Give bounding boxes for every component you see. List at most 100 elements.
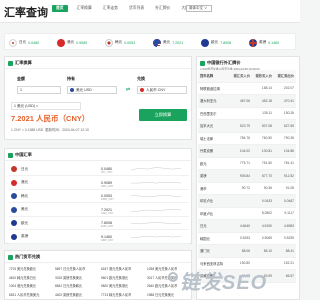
nav-currency-list[interactable]: 货币列表 [127, 5, 146, 12]
currency-name: 欧元 [200, 161, 207, 166]
table-row[interactable]: 印度卢比 8.0802 9.1117 [198, 208, 296, 220]
watermark-logo-icon [168, 272, 178, 282]
rate-cell: 91.08 [285, 186, 294, 191]
currency-name: 丹麦克朗 [200, 149, 214, 154]
china-flag-icon [140, 88, 144, 92]
table-row[interactable]: 阿联酋迪拉姆 188.14 202.07 [198, 83, 296, 95]
rate-pair: HKD_CNY [101, 184, 114, 188]
table-row[interactable]: 印尼卢比 0.0433 0.0467 [198, 195, 296, 208]
sparkline [131, 167, 181, 171]
rate-row[interactable]: 港元 0.9089 HKD_CNY [9, 177, 189, 190]
ticker-item[interactable]: 欧元 7.8008 [201, 37, 231, 48]
nav-trend[interactable]: 汇率走势 [101, 5, 120, 12]
to-currency-select[interactable]: 人民币 CNY [137, 86, 187, 94]
currency-name: 瑞士法郎 [200, 136, 214, 141]
eu-flag-icon [201, 38, 209, 47]
conversion-link[interactable]: 4402 英镑兑换欧元 [55, 292, 101, 300]
ticker-item[interactable]: 日元 0.0480 [9, 37, 39, 48]
currency-name: 加拿大元 [200, 124, 214, 129]
amount-input[interactable]: 1 [17, 86, 61, 94]
rate-name: 欧元 [21, 220, 29, 225]
conversion-link[interactable]: 4810 韩元兑换日元 [9, 275, 55, 283]
conversion-link[interactable]: 8842 日元兑换韩元 [55, 283, 101, 291]
ticker-item[interactable]: 港元 0.9089 [57, 37, 87, 48]
language-select[interactable]: 简体中文 ∨ [186, 5, 212, 12]
sparkline [131, 221, 181, 225]
rate-cell: 202.07 [283, 86, 294, 91]
sparkline [131, 235, 181, 238]
from-currency-select[interactable]: 美元 USD [67, 86, 117, 94]
rate-row[interactable]: 美元 7.2021 USD_CNY [9, 204, 189, 217]
table-row[interactable]: 港币 90.72 90.36 91.08 [198, 183, 296, 195]
table-row[interactable]: 巴西里亚尔 135.11 150.26 [198, 108, 296, 120]
rate-line: 1 CNY = 0.1388 USD 更新时间：2024-04-07 12:10 [11, 128, 89, 132]
site-logo[interactable]: 汇率查询 [4, 4, 48, 20]
nav-bank-rates[interactable]: 外汇牌价 [153, 5, 172, 12]
rate-cell: 90.36 [263, 186, 272, 191]
bank-icon [200, 60, 205, 66]
conversion-link[interactable]: 7276 美元兑换欧元 [9, 266, 55, 274]
rate-pair: EUR_CNY [101, 225, 114, 228]
table-row[interactable]: 韩国元 0.5253 0.5069 0.5295 [198, 233, 296, 245]
rate-cell: 8.0802 [261, 211, 272, 216]
divider [5, 262, 191, 263]
rate-cell: 467.06 [239, 98, 250, 103]
ticker-item[interactable]: 美元 7.2021 [153, 37, 183, 48]
rate-pair: GBP_CNY [101, 238, 114, 242]
conversion-link[interactable]: 9601 欧元兑换港元 [101, 275, 147, 283]
ticker-item[interactable]: 英镑 9.1460 [249, 37, 279, 48]
nav-home[interactable]: 首页 [52, 5, 68, 12]
japan-flag-icon [9, 38, 17, 47]
conversion-link[interactable]: 7713 韩元兑换人民币 [101, 292, 147, 300]
table-row[interactable]: 英镑 905.84 877.70 912.52 [198, 170, 296, 183]
sparkline [131, 208, 181, 212]
main-nav: 首页 汇率换算 汇率走势 货币列表 外汇牌价 大额换算 [52, 5, 199, 12]
table-row[interactable]: 欧元 775.71 751.60 781.41 [198, 158, 296, 170]
convert-button[interactable]: 立即换算 [139, 109, 187, 121]
conversion-row: 7276 美元兑换欧元 5697 日元兑换人民币 6187 港元兑换人民币 1258 … [9, 266, 193, 274]
rate-cell: 470.41 [283, 98, 294, 103]
conversion-link[interactable]: 6187 港元兑换人民币 [101, 266, 147, 274]
currency-name: 印度卢比 [200, 211, 214, 216]
rate-row[interactable]: 日元 0.0480 JPY_CNY [9, 163, 189, 176]
rate-row[interactable]: 英镑 9.1460 GBP_CNY [9, 231, 189, 244]
rate-cell: 188.14 [261, 86, 272, 91]
conversion-link[interactable]: 5820 美元兑换港元 [101, 283, 147, 291]
converter-title: 汇率换算 [8, 60, 32, 66]
rate-cell: 452.18 [261, 98, 272, 103]
rate-row[interactable]: 欧元 7.8008 EUR_CNY [9, 217, 189, 230]
table-row[interactable]: 澳大利亚元 467.06 452.18 470.41 [198, 95, 296, 108]
table-row[interactable]: 澳门元 88.06 85.10 88.41 [198, 245, 296, 258]
rate-cell: 104.02 [239, 148, 250, 153]
conversion-link[interactable]: 1004 港元兑换美元 [9, 283, 55, 291]
rate-cell: 135.11 [262, 111, 272, 116]
currency-name: 港币 [200, 186, 207, 191]
table-row[interactable]: 加拿大元 523.79 507.08 527.55 [198, 120, 296, 133]
rate-name: 美元 [21, 207, 29, 211]
ticker-item[interactable]: 韩元 0.0053 [105, 37, 135, 48]
nav-convert[interactable]: 汇率换算 [75, 5, 94, 12]
to-label: 兑换 [137, 76, 145, 81]
divider [5, 160, 191, 161]
rate-cell: 100.81 [261, 148, 272, 153]
conversion-link[interactable]: 3315 英镑兑换美元 [55, 275, 101, 283]
rate-cell: 4.6983 [283, 223, 294, 228]
rate-cell: 751.60 [261, 161, 272, 166]
rate-name: 英镑 [21, 234, 29, 238]
currency-name: 澳门元 [200, 249, 210, 254]
bank-rates-table: 货币名称 现汇买入价 现钞买入价 现汇卖出价 阿联酋迪拉姆 188.14 202.0… [198, 70, 296, 283]
sparkline-chart [131, 235, 181, 238]
conversion-link[interactable]: 5697 日元兑换人民币 [55, 266, 101, 274]
table-row[interactable]: 日元 4.6640 4.5190 4.6983 [198, 220, 296, 233]
swap-icon[interactable]: ⇄ [123, 86, 133, 94]
rate-cell: 0.5253 [239, 236, 250, 241]
table-row[interactable]: 丹麦克朗 104.02 100.81 104.86 [198, 145, 296, 158]
top-header: 汇率查询 首页 汇率换算 汇率走势 货币列表 外汇牌价 大额换算 简体中文 ∨ [0, 0, 300, 23]
rate-row[interactable]: 韩元 0.0053 KRW_CNY [9, 190, 189, 203]
table-row[interactable]: 瑞士法郎 784.76 760.50 790.28 [198, 133, 296, 145]
conversion-row: 1004 港元兑换美元 8842 日元兑换韩元 5820 美元兑换港元 2640 欧元… [9, 283, 193, 291]
conversion-row: 4810 韩元兑换日元 3315 英镑兑换美元 9601 欧元兑换港元 3017 人民… [9, 275, 193, 283]
currency-name: 韩国元 [200, 236, 210, 241]
rate-cell: 66.57 [285, 273, 294, 278]
conversion-link[interactable]: 6531 人民币兑换美元 [9, 292, 55, 300]
